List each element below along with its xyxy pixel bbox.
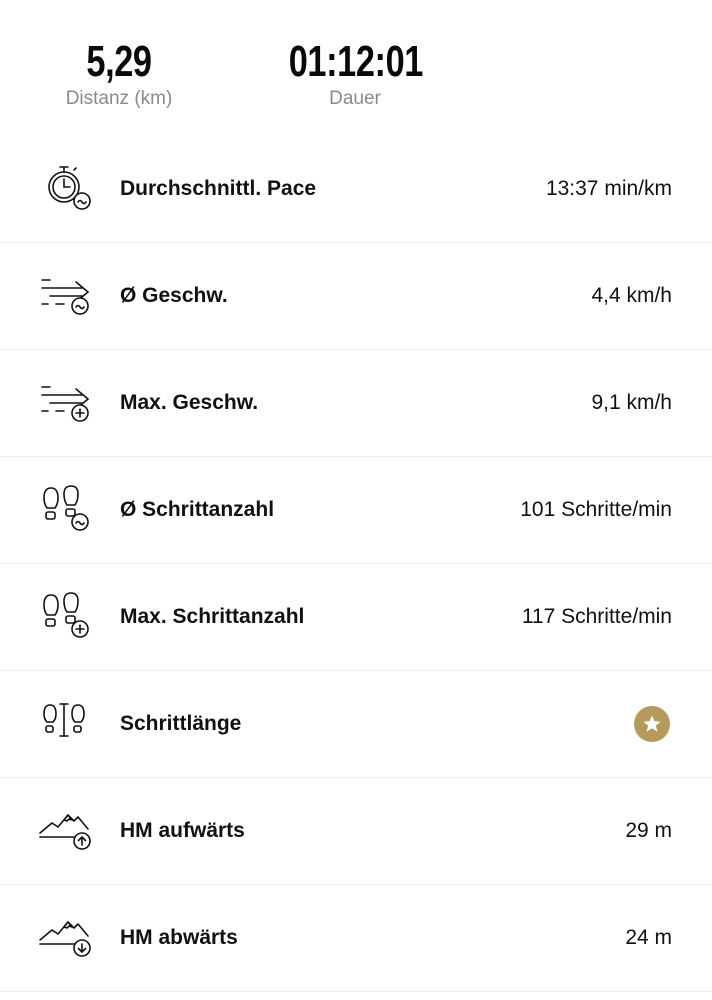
list-item-elevation-down[interactable]: HM abwärts 24 m <box>0 885 712 992</box>
footsteps-average-icon <box>36 482 96 538</box>
row-label: Durchschnittl. Pace <box>120 177 317 200</box>
duration-stat: 01:12:01 Dauer <box>270 38 440 110</box>
list-item-max-speed[interactable]: Max. Geschw. 9,1 km/h <box>0 350 712 457</box>
row-value: 13:37 min/km <box>545 177 672 200</box>
summary-header: 5,29 Distanz (km) 01:12:01 Dauer <box>0 0 712 136</box>
list-item-average-speed[interactable]: Ø Geschw. 4,4 km/h <box>0 243 712 350</box>
distance-stat: 5,29 Distanz (km) <box>40 38 198 110</box>
row-value: 117 Schritte/min <box>521 605 672 628</box>
row-label: HM aufwärts <box>120 819 245 842</box>
list-item-elevation-up[interactable]: HM aufwärts 29 m <box>0 778 712 885</box>
speed-average-icon <box>36 268 96 324</box>
row-label: Max. Geschw. <box>120 391 259 414</box>
row-value: 101 Schritte/min <box>520 498 672 521</box>
mountain-down-icon <box>36 910 96 966</box>
distance-value: 5,29 <box>86 37 152 86</box>
speed-max-icon <box>36 375 96 431</box>
duration-value: 01:12:01 <box>288 37 424 86</box>
stats-list: Durchschnittl. Pace 13:37 min/km Ø Gesch… <box>0 136 712 992</box>
mountain-up-icon <box>36 803 96 859</box>
list-item-stride-length[interactable]: Schrittlänge <box>0 671 712 778</box>
duration-label: Dauer <box>329 88 381 109</box>
distance-label: Distanz (km) <box>65 88 173 109</box>
footsteps-max-icon <box>36 589 96 645</box>
premium-star-icon[interactable] <box>634 706 670 742</box>
row-value: 24 m <box>625 926 672 949</box>
list-item-average-pace[interactable]: Durchschnittl. Pace 13:37 min/km <box>0 136 712 243</box>
row-label: HM abwärts <box>120 926 238 949</box>
stopwatch-icon <box>36 161 96 217</box>
stride-length-icon <box>36 696 96 752</box>
row-label: Ø Geschw. <box>120 284 228 307</box>
list-item-max-cadence[interactable]: Max. Schrittanzahl 117 Schritte/min <box>0 564 712 671</box>
row-value: 9,1 km/h <box>591 391 672 414</box>
row-value: 29 m <box>625 819 672 842</box>
row-label: Ø Schrittanzahl <box>120 498 275 521</box>
row-label: Schrittlänge <box>120 712 242 735</box>
row-label: Max. Schrittanzahl <box>120 605 305 628</box>
list-item-average-cadence[interactable]: Ø Schrittanzahl 101 Schritte/min <box>0 457 712 564</box>
row-value: 4,4 km/h <box>591 284 672 307</box>
